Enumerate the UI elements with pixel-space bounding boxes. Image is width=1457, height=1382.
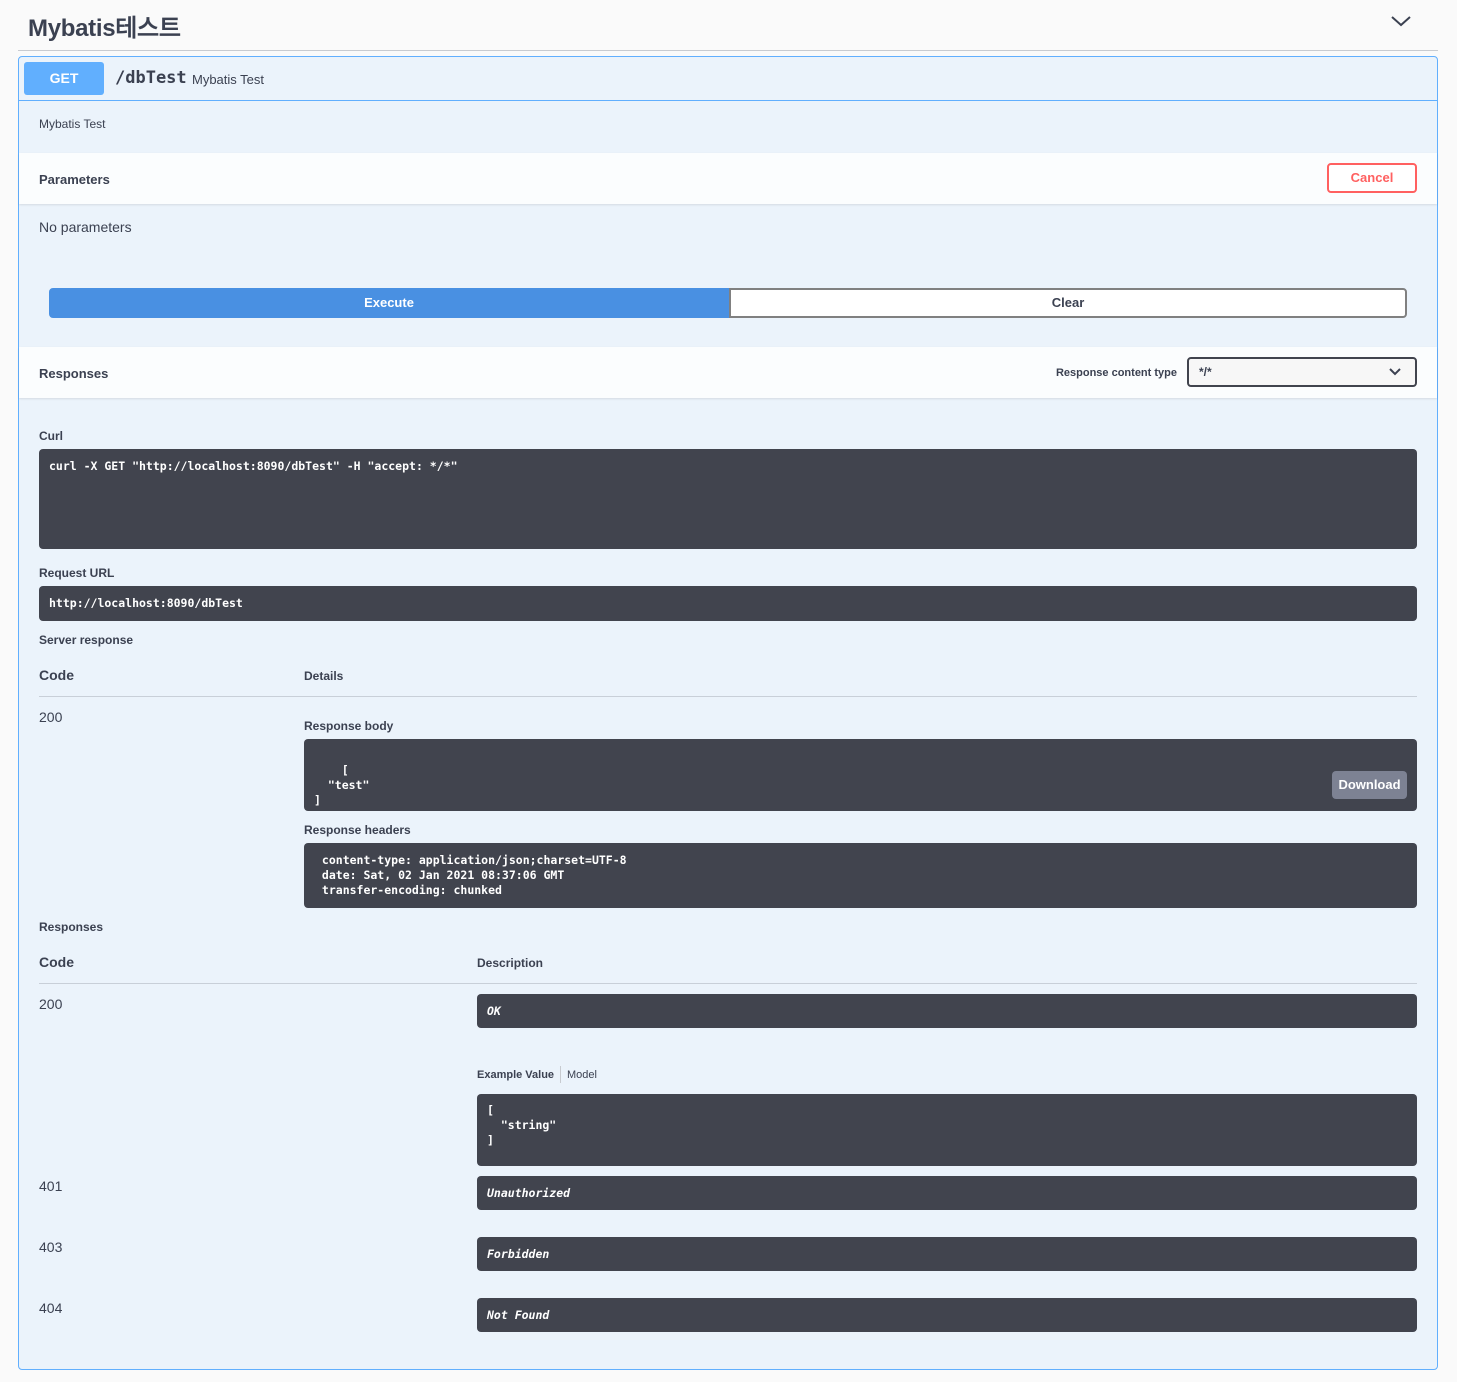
chevron-down-icon	[1389, 368, 1401, 376]
content-type-select[interactable]: */*	[1187, 357, 1417, 387]
http-method-badge: GET	[24, 62, 104, 95]
response-code-404: 404	[39, 1300, 63, 1316]
execute-button[interactable]: Execute	[49, 288, 729, 318]
responses-title: Responses	[39, 366, 109, 381]
curl-command[interactable]: curl -X GET "http://localhost:8090/dbTes…	[39, 449, 1417, 549]
operation-summary[interactable]: GET /dbTest Mybatis Test	[19, 57, 1437, 101]
curl-label: Curl	[39, 429, 63, 443]
content-type-label: Response content type	[1055, 367, 1177, 379]
response-body[interactable]: [ "test" ] Download	[304, 739, 1417, 811]
operation-path: /dbTest	[115, 68, 187, 88]
request-url-label: Request URL	[39, 566, 115, 580]
responses-table-header: Code Description	[39, 954, 1417, 984]
response-body-text: [ "test" ]	[314, 763, 370, 807]
column-code: Code	[39, 667, 74, 683]
parameters-title: Parameters	[39, 172, 110, 187]
column-details: Details	[304, 669, 344, 683]
chevron-down-icon[interactable]	[1390, 12, 1412, 30]
server-response-table-header: Code Details	[39, 667, 1417, 697]
response-description-404: Not Found	[477, 1298, 1417, 1332]
cancel-button[interactable]: Cancel	[1327, 163, 1417, 193]
response-description-403: Forbidden	[477, 1237, 1417, 1271]
response-headers-label: Response headers	[304, 823, 411, 837]
responses-doc-label: Responses	[39, 920, 104, 934]
responses-header: Responses Response content type */*	[19, 347, 1437, 398]
tag-section-header[interactable]: Mybatis테스트	[18, 0, 1438, 51]
operation-summary-text: Mybatis Test	[192, 72, 265, 87]
operation-block: GET /dbTest Mybatis Test Mybatis Test Pa…	[18, 56, 1438, 1370]
column-code: Code	[39, 954, 74, 970]
response-code-401: 401	[39, 1178, 63, 1194]
server-response-label: Server response	[39, 633, 134, 647]
response-description-401: Unauthorized	[477, 1176, 1417, 1210]
response-code-200: 200	[39, 996, 63, 1012]
tab-divider	[560, 1066, 561, 1083]
column-description: Description	[477, 956, 544, 970]
tab-model[interactable]: Model	[567, 1069, 597, 1081]
response-status-code: 200	[39, 709, 63, 725]
request-url-value[interactable]: http://localhost:8090/dbTest	[39, 586, 1417, 621]
download-button[interactable]: Download	[1332, 771, 1407, 799]
response-headers[interactable]: content-type: application/json;charset=U…	[304, 843, 1417, 908]
tab-example-value[interactable]: Example Value	[477, 1069, 554, 1081]
example-value[interactable]: [ "string" ]	[477, 1094, 1417, 1166]
response-body-label: Response body	[304, 719, 394, 733]
operation-description: Mybatis Test	[39, 117, 106, 131]
response-description-200: OK	[477, 994, 1417, 1028]
tag-title: Mybatis테스트	[28, 15, 181, 42]
clear-button[interactable]: Clear	[729, 288, 1407, 318]
parameters-header: Parameters Cancel	[19, 153, 1437, 204]
response-code-403: 403	[39, 1239, 63, 1255]
no-parameters-text: No parameters	[39, 219, 132, 235]
content-type-value: */*	[1199, 365, 1212, 379]
